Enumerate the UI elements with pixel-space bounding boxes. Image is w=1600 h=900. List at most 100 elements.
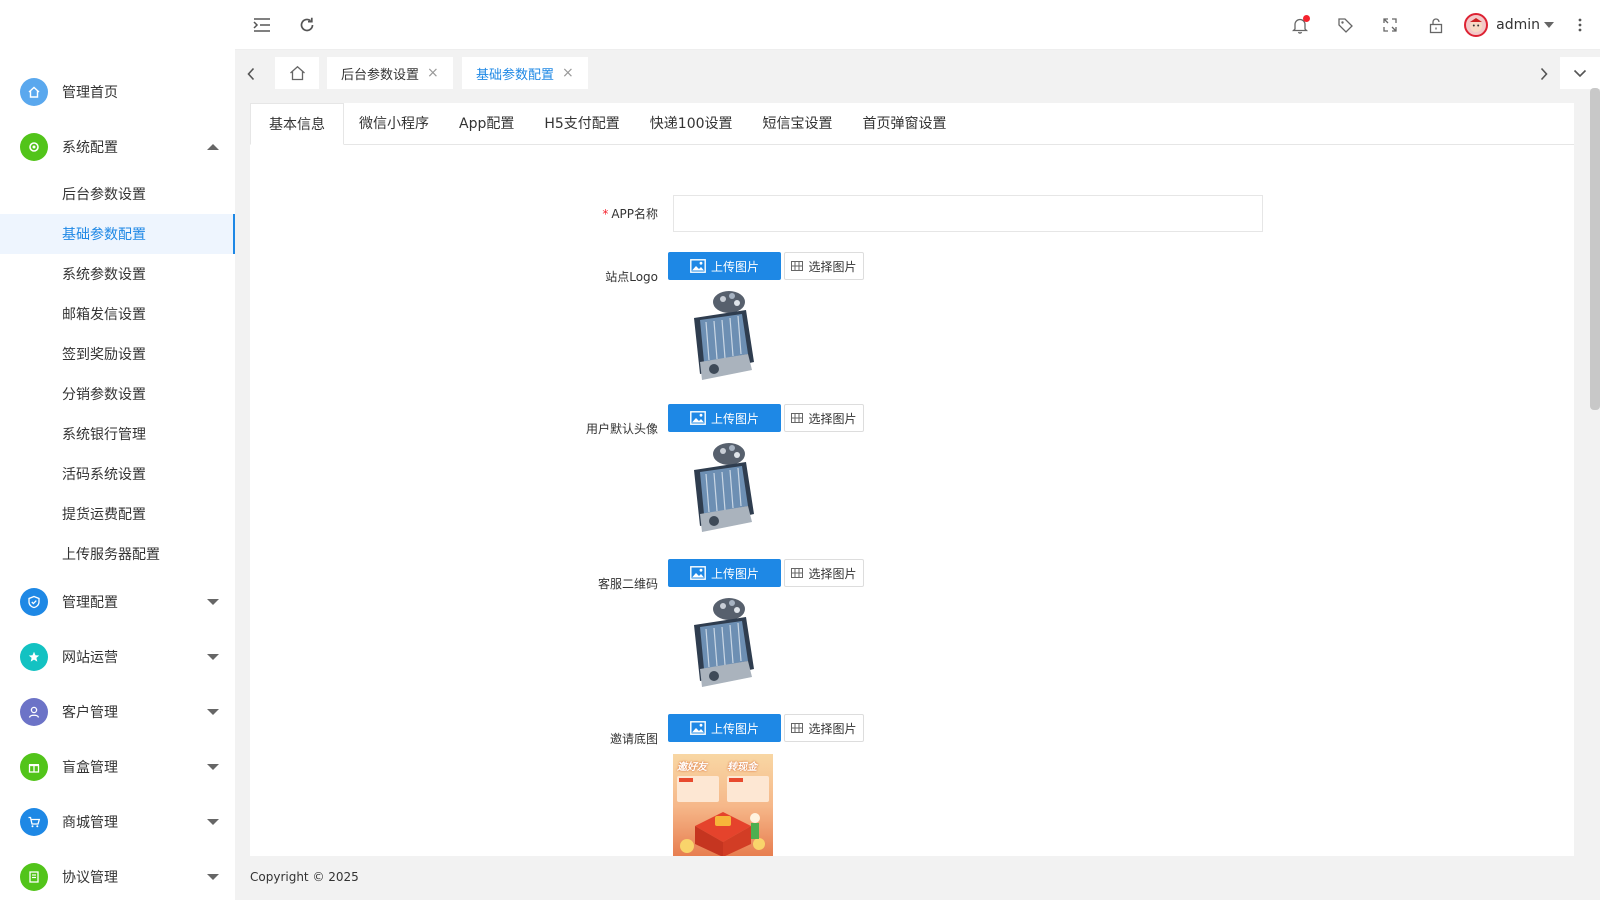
grid-icon <box>791 723 804 733</box>
qrcode-preview-image[interactable] <box>684 597 756 689</box>
menu-item-blindbox[interactable]: 盲盒管理 <box>0 739 235 794</box>
invite-background-label: 邀请底图 <box>609 732 658 746</box>
menu-item-home[interactable]: 管理首页 <box>0 64 235 119</box>
tab-label: 基础参数配置 <box>476 67 555 83</box>
select-invite-button[interactable]: 选择图片 <box>784 714 864 742</box>
tab-h5-payment[interactable]: H5支付配置 <box>529 103 634 145</box>
home-tab[interactable] <box>275 57 319 89</box>
menu-label: 管理配置 <box>62 594 118 611</box>
notification-dot <box>1303 15 1310 22</box>
upload-qrcode-button[interactable]: 上传图片 <box>668 559 781 587</box>
sub-item-livecode[interactable]: 活码系统设置 <box>0 454 235 494</box>
menu-label: 管理首页 <box>62 84 118 101</box>
image-icon <box>690 259 706 273</box>
image-icon <box>690 566 706 580</box>
chevron-down-icon <box>207 763 219 770</box>
tab-app-config[interactable]: App配置 <box>444 103 529 145</box>
sub-item-distribution[interactable]: 分销参数设置 <box>0 374 235 414</box>
chevron-right-icon[interactable] <box>1532 62 1556 86</box>
sidebar: 管理首页 系统配置 后台参数设置 基础参数配置 系统参数设置 邮箱发信设置 签到… <box>0 0 235 900</box>
grid-icon <box>791 261 804 271</box>
tabs-dropdown-button[interactable] <box>1560 57 1600 89</box>
sub-item-upload-server[interactable]: 上传服务器配置 <box>0 534 235 574</box>
close-icon[interactable]: × <box>562 65 574 81</box>
gift-icon <box>20 752 48 781</box>
menu-collapse-icon[interactable] <box>250 13 274 37</box>
chevron-down-icon <box>207 873 219 880</box>
tab-label: 后台参数设置 <box>341 67 420 83</box>
tab-kuaidi100[interactable]: 快递100设置 <box>635 103 748 145</box>
tab-basic-info[interactable]: 基本信息 <box>250 103 344 145</box>
chevron-down-icon <box>207 818 219 825</box>
sub-item-checkin[interactable]: 签到奖励设置 <box>0 334 235 374</box>
tab-backend-params[interactable]: 后台参数设置 × <box>327 57 453 89</box>
menu-item-customers[interactable]: 客户管理 <box>0 684 235 739</box>
upload-invite-button[interactable]: 上传图片 <box>668 714 781 742</box>
menu-item-admin-config[interactable]: 管理配置 <box>0 574 235 629</box>
menu-item-system-config[interactable]: 系统配置 <box>0 119 235 174</box>
bell-icon[interactable] <box>1288 13 1312 37</box>
chevron-up-icon <box>207 143 219 150</box>
brand-logo <box>0 0 235 64</box>
image-icon <box>690 411 706 425</box>
tag-icon[interactable] <box>1333 13 1357 37</box>
menu-label: 网站运营 <box>62 649 118 666</box>
upload-avatar-button[interactable]: 上传图片 <box>668 404 781 432</box>
close-icon[interactable]: × <box>427 65 439 81</box>
page-scrollbar[interactable] <box>1590 88 1600 410</box>
select-qrcode-button[interactable]: 选择图片 <box>784 559 864 587</box>
avatar-preview-image[interactable] <box>684 442 756 534</box>
app-name-input[interactable] <box>673 195 1263 232</box>
main-panel: 基本信息 微信小程序 App配置 H5支付配置 快递100设置 短信宝设置 首页… <box>250 103 1574 856</box>
user-menu[interactable]: admin <box>1464 13 1554 37</box>
document-icon <box>20 862 48 891</box>
menu-item-agreements[interactable]: 协议管理 <box>0 849 235 900</box>
star-icon <box>20 642 48 671</box>
menu-item-site-ops[interactable]: 网站运营 <box>0 629 235 684</box>
invite-preview-image[interactable]: 邀好友 转现金 <box>673 754 773 856</box>
menu-label: 协议管理 <box>62 869 118 886</box>
refresh-icon[interactable] <box>295 13 319 37</box>
tab-homepage-popup[interactable]: 首页弹窗设置 <box>848 103 962 145</box>
menu-label: 盲盒管理 <box>62 759 118 776</box>
chevron-left-icon[interactable] <box>239 62 263 86</box>
content-tabs: 基本信息 微信小程序 App配置 H5支付配置 快递100设置 短信宝设置 首页… <box>250 103 1574 145</box>
top-header: admin <box>235 0 1600 50</box>
menu-label: 商城管理 <box>62 814 118 831</box>
grid-icon <box>791 568 804 578</box>
lock-icon[interactable] <box>1424 13 1448 37</box>
logo-preview-image[interactable] <box>684 290 756 382</box>
page-tabs-bar: 后台参数设置 × 基础参数配置 × <box>235 50 1600 98</box>
avatar <box>1464 13 1489 37</box>
default-avatar-label: 用户默认头像 <box>585 422 658 436</box>
select-avatar-button[interactable]: 选择图片 <box>784 404 864 432</box>
chevron-down-icon <box>207 708 219 715</box>
menu-label: 系统配置 <box>62 139 118 156</box>
more-vertical-icon[interactable] <box>1568 13 1592 37</box>
sub-item-basic-params[interactable]: 基础参数配置 <box>0 214 235 254</box>
sub-item-bank[interactable]: 系统银行管理 <box>0 414 235 454</box>
menu-label: 客户管理 <box>62 704 118 721</box>
chevron-down-icon <box>1573 69 1587 78</box>
home-icon <box>20 77 48 106</box>
sub-item-backend-params[interactable]: 后台参数设置 <box>0 174 235 214</box>
fullscreen-icon[interactable] <box>1378 13 1402 37</box>
grid-icon <box>791 413 804 423</box>
tab-wechat-miniprogram[interactable]: 微信小程序 <box>344 103 444 145</box>
tab-sms[interactable]: 短信宝设置 <box>748 103 848 145</box>
select-logo-button[interactable]: 选择图片 <box>784 252 864 280</box>
service-qrcode-label: 客服二维码 <box>597 577 658 591</box>
home-icon <box>289 65 306 81</box>
sub-item-shipping[interactable]: 提货运费配置 <box>0 494 235 534</box>
menu-item-mall[interactable]: 商城管理 <box>0 794 235 849</box>
upload-logo-button[interactable]: 上传图片 <box>668 252 781 280</box>
chevron-down-icon <box>207 598 219 605</box>
chevron-down-icon <box>207 653 219 660</box>
sub-item-mail[interactable]: 邮箱发信设置 <box>0 294 235 334</box>
tab-basic-params[interactable]: 基础参数配置 × <box>462 57 588 89</box>
username: admin <box>1496 17 1540 33</box>
cart-icon <box>20 807 48 836</box>
logo-label: 站点Logo <box>605 270 658 284</box>
sub-item-system-params[interactable]: 系统参数设置 <box>0 254 235 294</box>
footer-copyright: Copyright © 2025 <box>250 870 359 884</box>
